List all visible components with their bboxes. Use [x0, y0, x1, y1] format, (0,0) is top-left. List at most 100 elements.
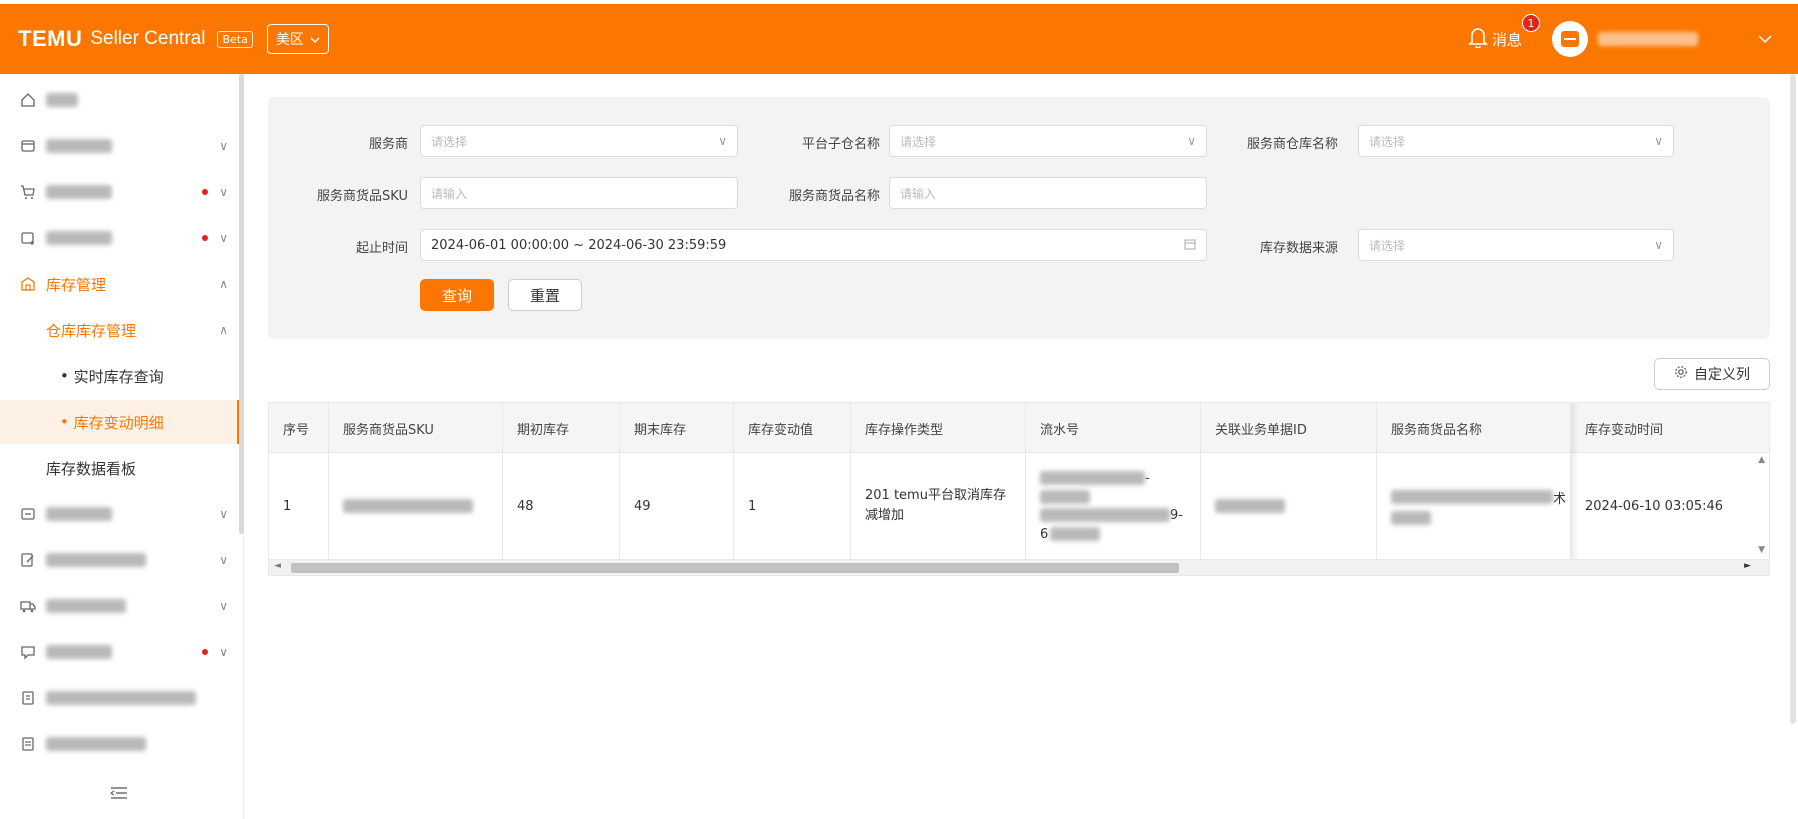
collapse-sidebar-icon[interactable]: [109, 785, 128, 804]
box-icon: [20, 506, 36, 522]
redacted-doc-id: [1215, 499, 1285, 513]
redacted-label: [46, 645, 112, 659]
notification-dot: [202, 189, 208, 195]
gear-icon: [1674, 365, 1688, 383]
sidebar-item-home[interactable]: [0, 78, 240, 122]
package-add-icon: [20, 230, 36, 246]
sidebar-item-14[interactable]: [0, 676, 240, 720]
time-range-value: 2024-06-01 00:00:00 ~ 2024-06-30 23:59:5…: [431, 237, 727, 253]
sidebar-item-2[interactable]: ∨: [0, 124, 240, 168]
fixed-column-shadow: [1571, 403, 1579, 559]
chevron-down-icon: ∨: [219, 553, 228, 567]
table-header: 序号 服务商货品SKU 期初库存 期末库存 库存变动值 库存操作类型 流水号 关…: [269, 403, 1769, 453]
serial-fragment: -: [1145, 470, 1150, 486]
redacted-serial: [1040, 508, 1170, 522]
platform-sub-warehouse-placeholder: 请选择: [900, 134, 937, 149]
sidebar-item-label: 实时库存查询: [73, 367, 164, 386]
sidebar-item-realtime-query[interactable]: • 实时库存查询: [0, 354, 240, 398]
redacted-label: [46, 185, 112, 199]
cart-icon: [20, 184, 36, 200]
column-header: 序号: [269, 403, 329, 453]
avatar[interactable]: [1552, 21, 1588, 57]
provider-warehouse-select[interactable]: 请选择 ∨: [1358, 125, 1674, 157]
serial-line: 9-: [1040, 508, 1183, 523]
column-header: 库存操作类型: [851, 403, 1026, 453]
store-icon: [1561, 31, 1579, 47]
time-range-label: 起止时间: [355, 241, 408, 256]
sidebar-item-15[interactable]: [0, 722, 240, 766]
service-provider-placeholder: 请选择: [431, 134, 468, 149]
cell-closing-stock: 49: [620, 453, 734, 559]
document-icon: [20, 736, 36, 752]
chat-icon: [20, 644, 36, 660]
sidebar-item-11[interactable]: ∨: [0, 538, 240, 582]
scroll-up-arrow-icon[interactable]: ▲: [1758, 455, 1765, 465]
account-chevron-down-icon[interactable]: [1758, 31, 1772, 47]
goods-name-line: 术: [1391, 488, 1566, 507]
reset-button[interactable]: 重置: [508, 279, 582, 311]
serial-fragment: 6: [1040, 526, 1049, 542]
scroll-right-arrow-icon[interactable]: ►: [1744, 561, 1751, 571]
chevron-down-icon: ∨: [219, 139, 228, 153]
serial-line: -: [1040, 471, 1150, 486]
provider-sku-input[interactable]: 请输入: [420, 177, 738, 209]
scrollbar-thumb[interactable]: [291, 563, 1179, 573]
redacted-label: [46, 599, 126, 613]
sidebar-item-13[interactable]: ∨: [0, 630, 240, 674]
horizontal-scrollbar[interactable]: ◄ ►: [269, 559, 1769, 575]
sidebar-item-label: 库存变动明细: [73, 413, 164, 432]
redacted-sku: [343, 499, 473, 513]
chevron-down-icon: ∨: [219, 599, 228, 613]
column-header: 服务商货品SKU: [329, 403, 503, 453]
chevron-down-icon: ∨: [1654, 238, 1663, 252]
column-header: 库存变动时间: [1585, 422, 1664, 438]
goods-name-fragment: 术: [1553, 491, 1567, 507]
time-range-picker[interactable]: 2024-06-01 00:00:00 ~ 2024-06-30 23:59:5…: [420, 229, 1207, 261]
service-provider-select[interactable]: 请选择 ∨: [420, 125, 738, 157]
column-header: 库存变动值: [734, 403, 851, 453]
redacted-label: [46, 507, 112, 521]
scroll-down-arrow-icon[interactable]: ▼: [1758, 545, 1765, 555]
sidebar-item-3[interactable]: ∨: [0, 170, 240, 214]
filter-panel: 服务商 请选择 ∨ 平台子仓名称 请选择 ∨ 服务商仓库名称 请选择 ∨ 服务商…: [268, 97, 1770, 339]
provider-warehouse-placeholder: 请选择: [1369, 134, 1406, 149]
sidebar-item-dashboard[interactable]: 库存数据看板: [0, 446, 240, 490]
chevron-down-icon: ∨: [718, 134, 727, 148]
sidebar-item-4[interactable]: ∨: [0, 216, 240, 260]
messages-button[interactable]: 消息 1: [1468, 14, 1540, 52]
cell-opening-stock: 48: [503, 453, 620, 559]
sidebar-item-10[interactable]: ∨: [0, 492, 240, 536]
data-source-select[interactable]: 请选择 ∨: [1358, 229, 1674, 261]
home-icon: [20, 92, 36, 108]
top-bar: TEMU Seller Central Beta 美区 消息 1: [0, 4, 1798, 74]
page-scrollbar[interactable]: [1790, 74, 1796, 724]
sidebar-item-inventory[interactable]: 库存管理 ∧: [0, 262, 240, 306]
serial-line: 6: [1040, 526, 1101, 542]
chevron-down-icon: ∨: [219, 185, 228, 199]
cell-related-doc-id: [1201, 453, 1377, 559]
sidebar-item-label: 仓库库存管理: [46, 321, 137, 340]
brand[interactable]: TEMU Seller Central Beta: [18, 26, 253, 52]
custom-columns-label: 自定义列: [1694, 367, 1750, 383]
sidebar-item-12[interactable]: ∨: [0, 584, 240, 628]
scroll-left-arrow-icon[interactable]: ◄: [274, 561, 281, 571]
redacted-label: [46, 691, 196, 705]
column-header: 关联业务单据ID: [1201, 403, 1377, 453]
redacted-goods-name: [1391, 510, 1431, 525]
product-name: Seller Central: [90, 28, 206, 49]
wallet-icon: [20, 138, 36, 154]
chevron-down-icon: ∨: [219, 507, 228, 521]
platform-sub-warehouse-label: 平台子仓名称: [801, 137, 880, 152]
region-selector[interactable]: 美区: [266, 24, 329, 54]
platform-sub-warehouse-select[interactable]: 请选择 ∨: [889, 125, 1207, 157]
redacted-label: [46, 553, 146, 567]
sidebar-item-warehouse-inventory[interactable]: 仓库库存管理 ∧: [0, 308, 240, 352]
username-redacted[interactable]: [1598, 32, 1698, 46]
sidebar-item-change-detail[interactable]: • 库存变动明细: [0, 400, 240, 444]
query-button[interactable]: 查询: [420, 279, 494, 311]
chevron-down-icon: [310, 31, 320, 47]
custom-columns-button[interactable]: 自定义列: [1654, 358, 1770, 390]
cell-change-time: 2024-06-10 03:05:46: [1585, 498, 1724, 514]
sidebar-scrollbar[interactable]: [239, 74, 244, 534]
provider-goods-name-input[interactable]: 请输入: [889, 177, 1207, 209]
